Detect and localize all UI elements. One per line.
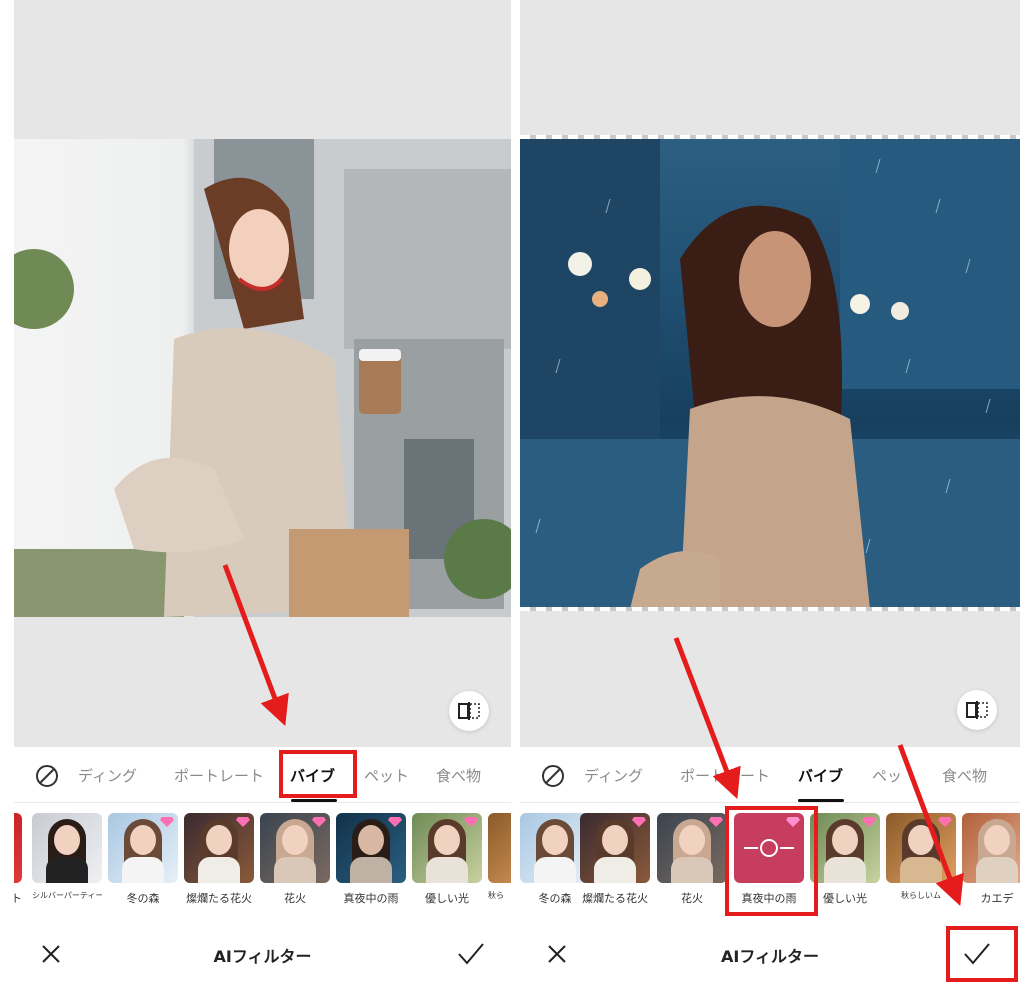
annotation-arrows bbox=[222, 564, 964, 907]
arrow-to-midnight-rain bbox=[673, 637, 741, 800]
arrow-to-vibe-tab bbox=[222, 564, 289, 727]
arrow-to-confirm bbox=[897, 744, 964, 907]
